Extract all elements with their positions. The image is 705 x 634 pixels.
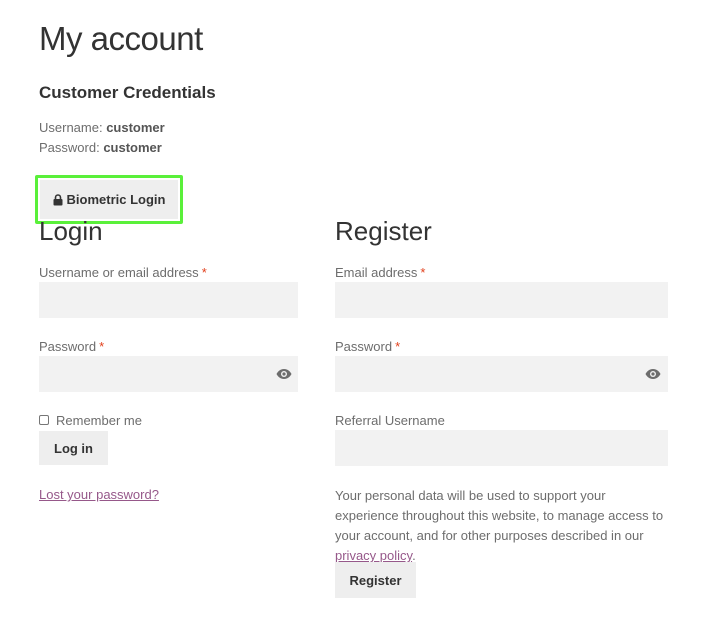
lock-icon xyxy=(53,193,63,205)
login-password-input[interactable] xyxy=(39,356,298,392)
login-title: Login xyxy=(39,216,103,246)
login-button[interactable]: Log in xyxy=(39,431,108,465)
remember-me-label[interactable]: Remember me xyxy=(56,413,142,428)
show-password-eye-icon[interactable] xyxy=(645,368,661,380)
lost-password-link[interactable]: Lost your password? xyxy=(39,487,159,502)
register-title: Register xyxy=(335,216,432,246)
privacy-policy-link[interactable]: privacy policy xyxy=(335,548,412,563)
required-mark: * xyxy=(99,339,105,354)
login-username-input[interactable] xyxy=(39,282,298,318)
remember-me-checkbox[interactable] xyxy=(39,415,49,425)
password-value: customer xyxy=(103,140,162,155)
login-username-label: Username or email address * xyxy=(39,265,207,280)
required-mark: * xyxy=(201,265,207,280)
privacy-notice: Your personal data will be used to suppo… xyxy=(335,488,664,563)
biometric-login-button[interactable]: Biometric Login xyxy=(40,180,178,219)
register-email-label: Email address * xyxy=(335,265,426,280)
register-email-input[interactable] xyxy=(335,282,668,318)
password-label: Password: xyxy=(39,140,100,155)
register-button[interactable]: Register xyxy=(335,562,416,598)
username-label: Username: xyxy=(39,120,103,135)
credentials-heading: Customer Credentials xyxy=(39,83,216,102)
credentials-username: Username: customer xyxy=(39,120,165,135)
referral-username-input[interactable] xyxy=(335,430,668,466)
biometric-login-label: Biometric Login xyxy=(66,192,166,207)
referral-username-label: Referral Username xyxy=(335,413,445,428)
credentials-password: Password: customer xyxy=(39,140,162,155)
show-password-eye-icon[interactable] xyxy=(276,368,292,380)
register-password-input[interactable] xyxy=(335,356,668,392)
page-title: My account xyxy=(39,20,203,57)
required-mark: * xyxy=(395,339,401,354)
username-value: customer xyxy=(106,120,165,135)
required-mark: * xyxy=(420,265,426,280)
login-password-label: Password * xyxy=(39,339,105,354)
register-password-label: Password * xyxy=(335,339,401,354)
